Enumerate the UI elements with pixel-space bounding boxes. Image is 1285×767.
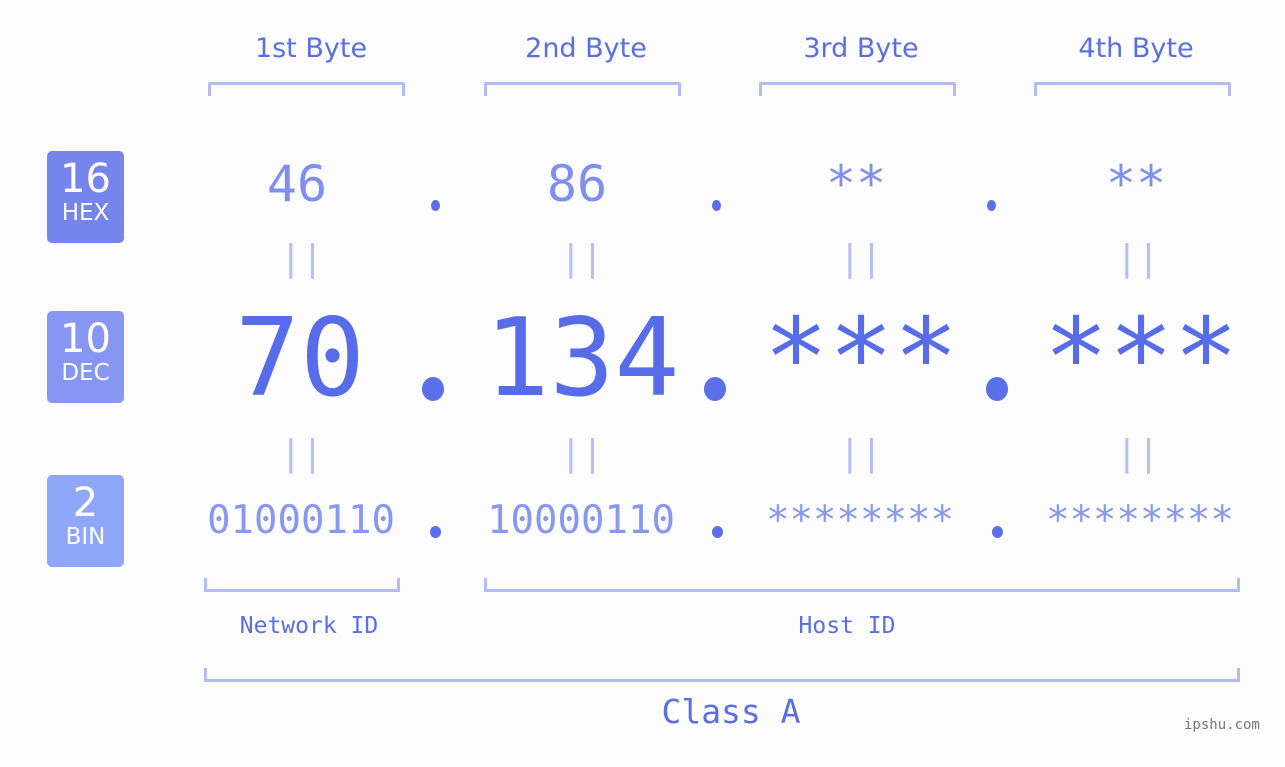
bin-separator-dot	[712, 526, 723, 538]
byte-bracket-4	[1034, 82, 1231, 96]
hex-base-label: HEX	[61, 200, 110, 226]
byte-bracket-2	[484, 82, 681, 96]
dec-base-number: 10	[60, 316, 111, 362]
bin-byte-3: ********	[766, 498, 954, 543]
bin-byte-4: ********	[1046, 498, 1234, 543]
equals-icon: ||	[839, 238, 883, 279]
hex-byte-4: **	[1105, 155, 1167, 213]
dec-badge: 10 DEC	[47, 311, 124, 403]
byte-header-4: 4th Byte	[1078, 33, 1194, 64]
bin-base-label: BIN	[65, 524, 106, 550]
bin-separator-dot	[992, 526, 1003, 538]
dec-byte-4: ***	[1043, 296, 1239, 421]
class-label: Class A	[661, 692, 801, 731]
hex-separator-dot	[431, 200, 440, 211]
class-bracket	[204, 668, 1240, 682]
hex-separator-dot	[712, 200, 721, 211]
hex-base-number: 16	[60, 156, 111, 202]
equals-icon: ||	[560, 238, 604, 279]
byte-bracket-1	[208, 82, 405, 96]
bin-separator-dot	[430, 526, 441, 538]
hex-byte-1: 46	[266, 155, 328, 213]
hex-separator-dot	[987, 200, 996, 211]
equals-icon: ||	[280, 433, 324, 474]
dec-base-label: DEC	[61, 360, 110, 386]
hex-badge: 16 HEX	[47, 151, 124, 243]
host-id-label: Host ID	[798, 613, 896, 639]
hex-byte-3: **	[825, 155, 887, 213]
dec-separator-dot	[986, 377, 1008, 401]
equals-icon: ||	[839, 433, 883, 474]
dec-byte-3: ***	[763, 296, 959, 421]
byte-header-1: 1st Byte	[254, 33, 368, 64]
dec-byte-1: 70	[234, 296, 366, 421]
byte-bracket-3	[759, 82, 956, 96]
host-id-bracket	[484, 578, 1240, 592]
dec-separator-dot	[704, 377, 726, 401]
dec-separator-dot	[422, 377, 444, 401]
network-id-bracket	[204, 578, 400, 592]
bin-base-number: 2	[72, 480, 99, 526]
bin-badge: 2 BIN	[47, 475, 124, 567]
watermark: ipshu.com	[1184, 717, 1260, 733]
equals-icon: ||	[560, 433, 604, 474]
hex-byte-2: 86	[546, 155, 608, 213]
equals-icon: ||	[280, 238, 324, 279]
dec-byte-2: 134	[484, 296, 680, 421]
equals-icon: ||	[1116, 433, 1160, 474]
network-id-label: Network ID	[239, 613, 379, 639]
bin-byte-2: 10000110	[487, 498, 675, 543]
byte-header-2: 2nd Byte	[525, 33, 647, 64]
byte-header-3: 3rd Byte	[803, 33, 919, 64]
equals-icon: ||	[1116, 238, 1160, 279]
bin-byte-1: 01000110	[207, 498, 395, 543]
